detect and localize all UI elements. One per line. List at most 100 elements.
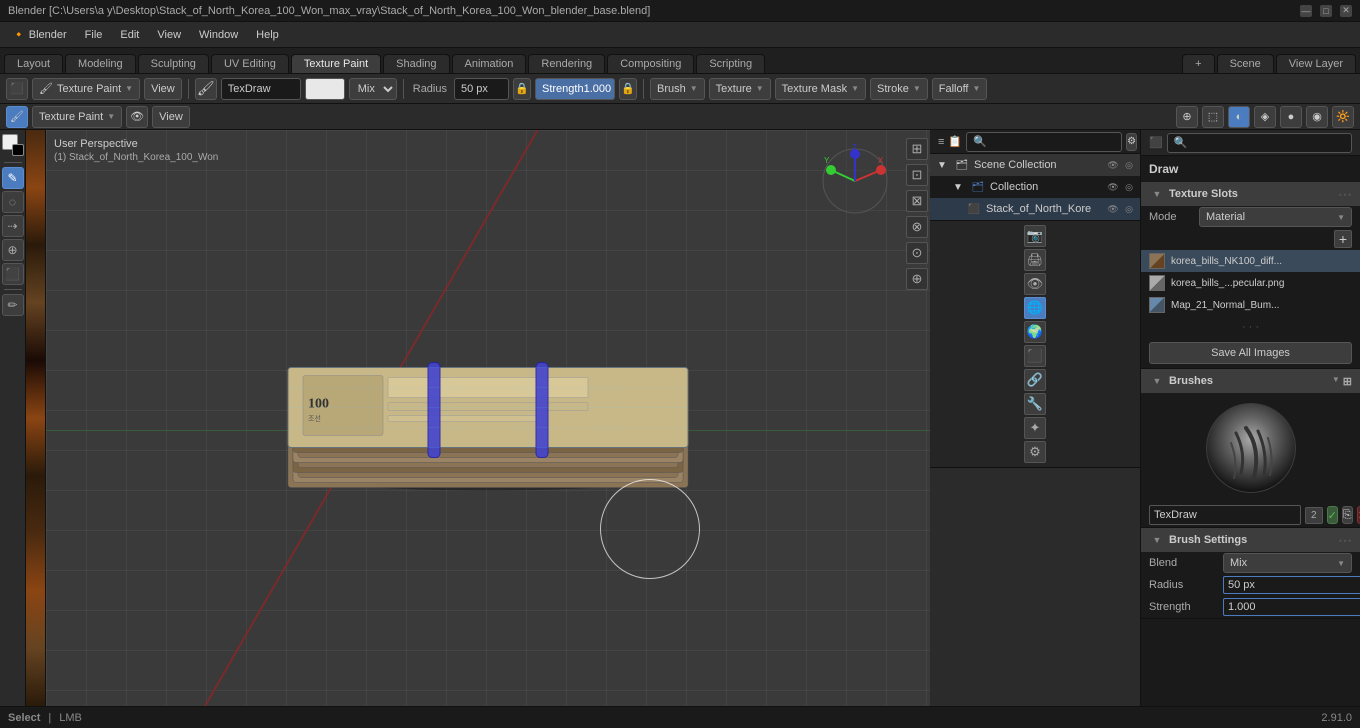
texture-slot-spec[interactable]: korea_bills_...pecular.png <box>1141 272 1360 294</box>
nav-gizmo[interactable]: X Y Z <box>816 142 894 220</box>
tab-scene[interactable]: Scene <box>1217 54 1274 73</box>
prop-icon-world[interactable]: 🌍 <box>1024 321 1046 343</box>
brush-icon-btn[interactable]: 🖌 <box>195 78 217 100</box>
brushes-add-btn[interactable]: ⊞ <box>1343 375 1352 388</box>
brush-name-field[interactable] <box>1149 505 1301 525</box>
tab-view-layer[interactable]: View Layer <box>1276 54 1356 73</box>
texture-paint-mode[interactable]: 🖌 Texture Paint ▼ <box>32 78 140 100</box>
brush-settings-title[interactable]: ▼ Brush Settings ⋯ <box>1141 528 1360 552</box>
tab-scripting[interactable]: Scripting <box>696 54 765 73</box>
texture-paint-label-btn[interactable]: Texture Paint ▼ <box>32 106 122 128</box>
blend-select[interactable]: Mix <box>349 78 397 100</box>
tab-modeling[interactable]: Modeling <box>65 54 136 73</box>
annotate-tool[interactable]: ✏ <box>2 294 24 316</box>
close-button[interactable]: ✕ <box>1340 5 1352 17</box>
tab-sculpting[interactable]: Sculpting <box>138 54 209 73</box>
gizmo-btn[interactable]: ⊕ <box>1176 106 1198 128</box>
vp-icon-3[interactable]: ⊠ <box>906 190 928 212</box>
overlay-btn[interactable]: ⬚ <box>1202 106 1224 128</box>
shading-solid-btn[interactable]: ● <box>1280 106 1302 128</box>
prop-icon-modifier[interactable]: 🔧 <box>1024 393 1046 415</box>
brushes-title[interactable]: ▼ Brushes ▼ ⊞ <box>1141 369 1360 393</box>
collection-item[interactable]: ▼ 🗂 Collection 👁 ◎ <box>930 176 1140 198</box>
tab-texture-paint[interactable]: Texture Paint <box>291 54 381 73</box>
view-sub-btn[interactable]: View <box>152 106 190 128</box>
draw-tool[interactable]: ✎ <box>2 167 24 189</box>
viewport[interactable]: User Perspective (1) Stack_of_North_Kore… <box>46 130 930 706</box>
shading-btn[interactable]: ◐ <box>1228 106 1250 128</box>
menu-edit[interactable]: Edit <box>112 27 147 43</box>
add-slot-btn[interactable]: + <box>1334 230 1352 248</box>
vp-icon-1[interactable]: ⊞ <box>906 138 928 160</box>
tab-compositing[interactable]: Compositing <box>607 54 694 73</box>
brush-btn[interactable]: Brush ▼ <box>650 78 705 100</box>
coll-select-icon[interactable]: ◎ <box>1122 180 1136 194</box>
obj-visibility-icon[interactable]: 👁 <box>1106 202 1120 216</box>
outliner-filter-btn[interactable]: ⚙ <box>1126 133 1137 151</box>
strength-field[interactable] <box>1224 601 1360 613</box>
mode-select-btn[interactable]: Material ▼ <box>1199 207 1352 227</box>
prop-icon-constraint[interactable]: 🔗 <box>1024 369 1046 391</box>
strength-bar[interactable]: Strength 1.000 <box>535 78 615 100</box>
color-swatch[interactable] <box>305 78 345 100</box>
texture-slot-norm[interactable]: Map_21_Normal_Bum... <box>1141 294 1360 316</box>
prop-icon-view[interactable]: 👁 <box>1024 273 1046 295</box>
maximize-button[interactable]: □ <box>1320 5 1332 17</box>
props-search-input[interactable] <box>1167 133 1352 153</box>
tab-layout[interactable]: Layout <box>4 54 63 73</box>
money-stack-object[interactable]: 100 조선 <box>248 278 728 501</box>
brushes-expand[interactable]: ▼ <box>1332 375 1340 388</box>
scene-collection-item[interactable]: ▼ 🗂 Scene Collection 👁 ◎ <box>930 154 1140 176</box>
outliner-search[interactable] <box>966 132 1122 152</box>
texture-slots-title[interactable]: ▼ Texture Slots ⋯ <box>1141 182 1360 206</box>
brush-check-btn[interactable]: ✓ <box>1327 506 1338 524</box>
texture-btn[interactable]: Texture ▼ <box>709 78 771 100</box>
radius-input[interactable] <box>454 78 509 100</box>
brush-copy-btn[interactable]: ⎘ <box>1342 506 1353 524</box>
object-item[interactable]: ⬛ Stack_of_North_Kore 👁 ◎ <box>930 198 1140 220</box>
menu-file[interactable]: File <box>77 27 111 43</box>
mode-icon-btn[interactable]: ⬛ <box>6 78 28 100</box>
radius-lock-btn[interactable]: 🔒 <box>513 78 531 100</box>
falloff-btn[interactable]: Falloff ▼ <box>932 78 988 100</box>
minimize-button[interactable]: — <box>1300 5 1312 17</box>
smear-tool[interactable]: ⇢ <box>2 215 24 237</box>
blend-value-btn[interactable]: Mix ▼ <box>1223 553 1352 573</box>
strength-lock-btn[interactable]: 🔒 <box>619 78 637 100</box>
paint-icon[interactable]: 🖌 <box>6 106 28 128</box>
tab-uv-editing[interactable]: UV Editing <box>211 54 289 73</box>
shading-render-btn[interactable]: 🔆 <box>1332 106 1354 128</box>
view-btn[interactable]: View <box>144 78 182 100</box>
eye-btn[interactable]: 👁 <box>126 106 148 128</box>
brush-delete-btn[interactable]: ✕ <box>1357 506 1360 524</box>
vp-icon-2[interactable]: ⊡ <box>906 164 928 186</box>
ts-dots[interactable]: ⋯ <box>1338 186 1352 203</box>
shading-mat-btn[interactable]: ◉ <box>1306 106 1328 128</box>
shading-wire-btn[interactable]: ◈ <box>1254 106 1276 128</box>
menu-blender[interactable]: 🔸 Blender <box>4 26 75 43</box>
prop-icon-scene[interactable]: 🌐 <box>1024 297 1046 319</box>
vp-icon-6[interactable]: ⊕ <box>906 268 928 290</box>
bs-dots[interactable]: ⋯ <box>1338 532 1352 549</box>
texture-slot-diff[interactable]: korea_bills_NK100_diff... <box>1141 250 1360 272</box>
obj-select-icon[interactable]: ◎ <box>1122 202 1136 216</box>
visibility-icon[interactable]: 👁 <box>1106 158 1120 172</box>
vp-icon-4[interactable]: ⊗ <box>906 216 928 238</box>
menu-window[interactable]: Window <box>191 27 246 43</box>
vp-icon-5[interactable]: ⊙ <box>906 242 928 264</box>
tab-animation[interactable]: Animation <box>452 54 527 73</box>
select-icon[interactable]: ◎ <box>1122 158 1136 172</box>
prop-icon-obj[interactable]: ⬛ <box>1024 345 1046 367</box>
brush-name-input[interactable] <box>221 78 301 100</box>
coll-visibility-icon[interactable]: 👁 <box>1106 180 1120 194</box>
tab-shading[interactable]: Shading <box>383 54 449 73</box>
fg-color[interactable] <box>2 134 24 156</box>
soften-tool[interactable]: ◌ <box>2 191 24 213</box>
prop-icon-particles[interactable]: ✦ <box>1024 417 1046 439</box>
prop-icon-physics[interactable]: ⚙ <box>1024 441 1046 463</box>
tab-rendering[interactable]: Rendering <box>528 54 605 73</box>
texture-mask-btn[interactable]: Texture Mask ▼ <box>775 78 866 100</box>
save-all-btn[interactable]: Save All Images <box>1149 342 1352 364</box>
radius-field[interactable] <box>1224 579 1360 591</box>
window-controls[interactable]: — □ ✕ <box>1300 5 1352 17</box>
